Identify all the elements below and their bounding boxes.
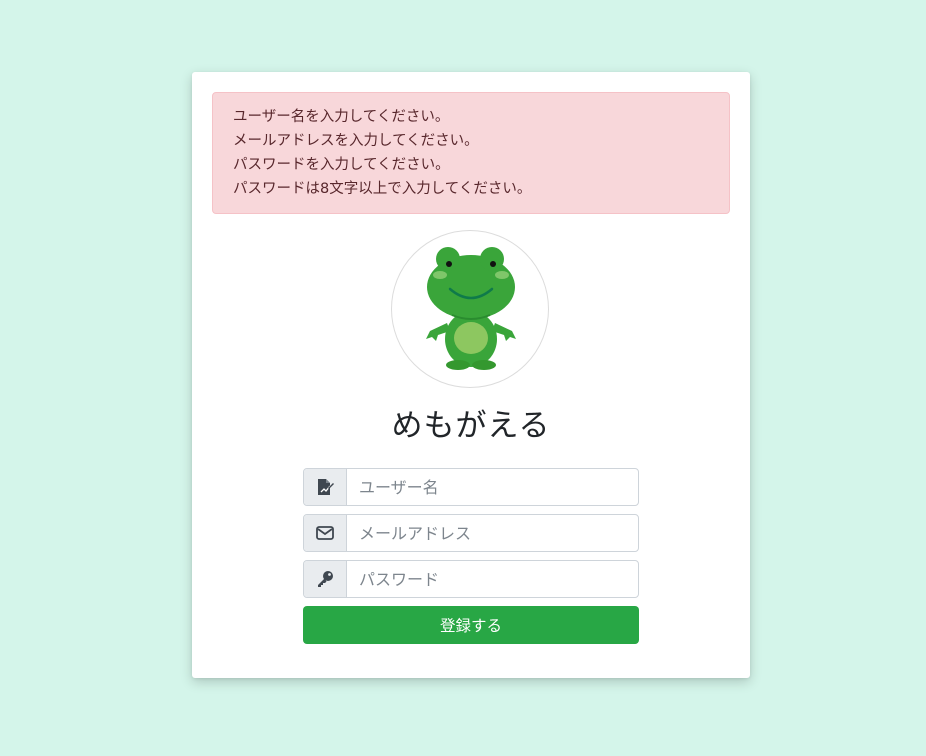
password-field[interactable] (303, 560, 639, 598)
password-input[interactable] (347, 561, 638, 597)
frog-logo (391, 230, 549, 388)
error-alert: ユーザー名を入力してください。 メールアドレスを入力してください。 パスワードを… (212, 92, 730, 214)
signature-icon (304, 469, 347, 505)
register-card: ユーザー名を入力してください。 メールアドレスを入力してください。 パスワードを… (192, 72, 750, 678)
register-button[interactable]: 登録する (303, 606, 639, 644)
error-message: パスワードを入力してください。 (233, 157, 450, 173)
error-message: ユーザー名を入力してください。 (233, 109, 450, 125)
key-icon (304, 561, 347, 597)
username-input[interactable] (347, 469, 638, 505)
username-field[interactable] (303, 468, 639, 506)
envelope-icon (304, 515, 347, 551)
error-message: パスワードは8文字以上で入力してください。 (233, 181, 532, 197)
email-field[interactable] (303, 514, 639, 552)
error-message: メールアドレスを入力してください。 (233, 133, 479, 149)
app-title: めもがえる (391, 408, 551, 444)
email-input[interactable] (347, 515, 638, 551)
